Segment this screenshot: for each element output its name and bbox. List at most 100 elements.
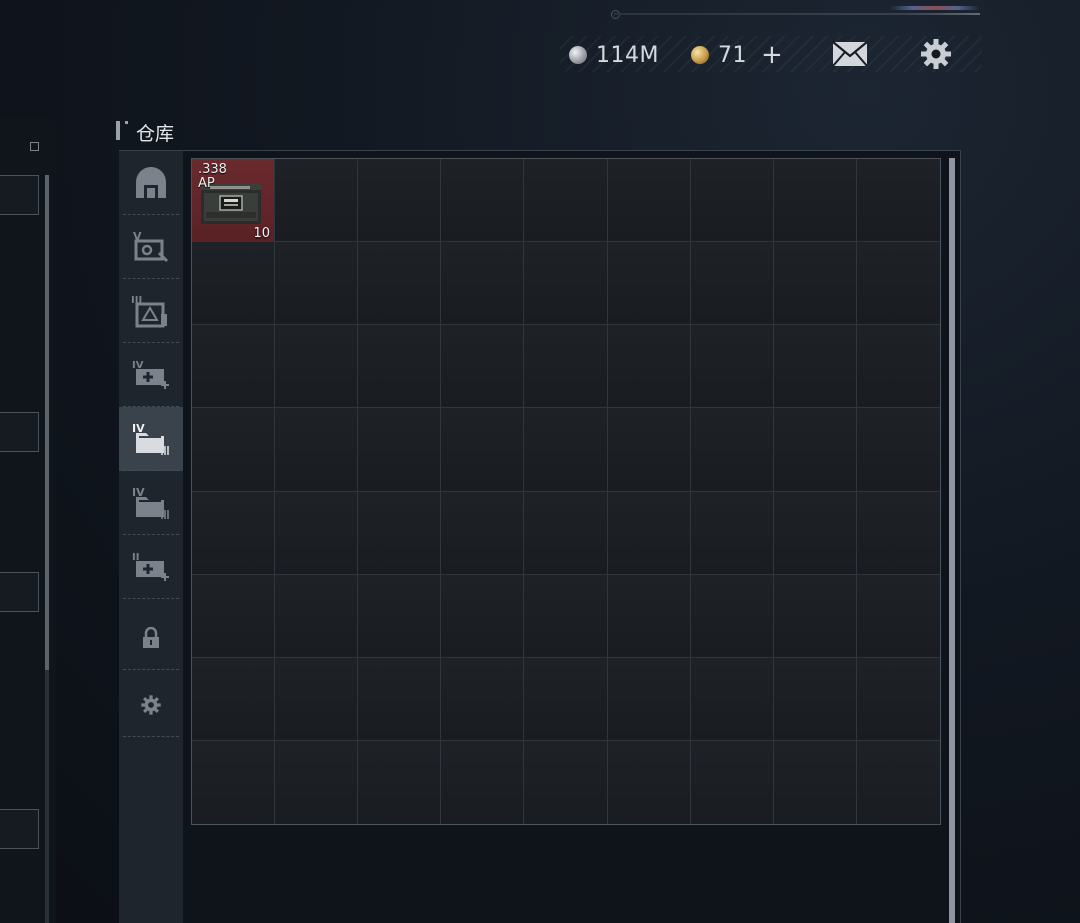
grid-cell[interactable]	[441, 408, 525, 492]
grid-cell[interactable]	[607, 491, 691, 575]
grid-scroll-thumb[interactable]	[949, 158, 955, 923]
grid-cell[interactable]	[192, 325, 276, 409]
grid-cell[interactable]	[690, 657, 774, 741]
grid-cell[interactable]	[856, 740, 940, 824]
grid-cell[interactable]	[358, 408, 442, 492]
left-slot[interactable]	[0, 572, 39, 612]
grid-cell[interactable]	[358, 242, 442, 326]
gold-currency: 71 +	[691, 40, 783, 70]
grid-cell[interactable]	[441, 491, 525, 575]
left-slot[interactable]	[0, 175, 39, 215]
top-glow-decoration	[890, 6, 980, 10]
mail-button[interactable]	[832, 40, 868, 68]
grid-cell[interactable]	[856, 657, 940, 741]
grid-cell[interactable]	[192, 574, 276, 658]
tab-container-iii[interactable]: III	[119, 279, 183, 343]
title-marker-dot	[125, 121, 128, 124]
tab-medical-iv[interactable]: IV	[119, 343, 183, 407]
grid-cell[interactable]	[524, 574, 608, 658]
grid-cell[interactable]	[856, 574, 940, 658]
grid-cell[interactable]	[773, 325, 857, 409]
lock-icon	[143, 627, 159, 648]
tab-home-storage[interactable]	[119, 151, 183, 215]
grid-cell[interactable]	[607, 657, 691, 741]
grid-cell[interactable]	[441, 574, 525, 658]
tab-locked[interactable]	[119, 606, 183, 670]
grid-cell[interactable]	[275, 325, 359, 409]
grid-cell[interactable]	[441, 242, 525, 326]
tab-folder-iv-active[interactable]: IV	[119, 407, 183, 471]
grid-cell[interactable]	[607, 408, 691, 492]
grid-cell[interactable]	[275, 408, 359, 492]
grid-cell[interactable]	[856, 408, 940, 492]
add-gold-button[interactable]: +	[761, 40, 783, 70]
left-panel-checkbox[interactable]	[30, 142, 39, 151]
grid-cell[interactable]	[441, 159, 525, 243]
container-iii-icon: III	[131, 295, 167, 328]
grid-cell[interactable]	[690, 740, 774, 824]
grid-cell[interactable]	[773, 740, 857, 824]
left-slot[interactable]	[0, 809, 39, 849]
grid-cell[interactable]	[275, 657, 359, 741]
grid-cell[interactable]	[607, 159, 691, 243]
grid-cell[interactable]	[358, 491, 442, 575]
grid-cell[interactable]	[441, 325, 525, 409]
grid-cell[interactable]	[773, 574, 857, 658]
tab-settings[interactable]	[119, 673, 183, 737]
grid-cell[interactable]	[607, 740, 691, 824]
grid-cell[interactable]	[192, 242, 276, 326]
tab-container-v[interactable]: V	[119, 215, 183, 279]
grid-cell[interactable]	[524, 740, 608, 824]
grid-cell[interactable]	[524, 159, 608, 243]
grid-cell[interactable]	[773, 657, 857, 741]
grid-cell[interactable]	[690, 242, 774, 326]
inventory-item[interactable]: .338 AP 10	[192, 159, 274, 241]
grid-cell[interactable]	[192, 491, 276, 575]
folder-iv-icon: IV	[132, 486, 169, 519]
grid-cell[interactable]	[690, 574, 774, 658]
grid-cell[interactable]	[192, 740, 276, 824]
grid-cell[interactable]	[690, 325, 774, 409]
grid-cell[interactable]	[275, 159, 359, 243]
grid-cell[interactable]	[524, 242, 608, 326]
item-caliber: .338	[198, 162, 227, 177]
grid-cell[interactable]	[524, 491, 608, 575]
grid-cell[interactable]	[773, 159, 857, 243]
grid-cell[interactable]	[275, 740, 359, 824]
mail-icon	[832, 41, 868, 67]
grid-cell[interactable]	[856, 159, 940, 243]
grid-cell[interactable]	[607, 574, 691, 658]
grid-cell[interactable]	[275, 242, 359, 326]
grid-cell[interactable]	[856, 325, 940, 409]
grid-cell[interactable]	[358, 159, 442, 243]
grid-cell[interactable]	[690, 491, 774, 575]
grid-cell[interactable]	[358, 325, 442, 409]
grid-cell[interactable]	[524, 408, 608, 492]
grid-cell[interactable]	[192, 657, 276, 741]
grid-cell[interactable]	[275, 574, 359, 658]
grid-cell[interactable]	[856, 491, 940, 575]
grid-cell[interactable]	[192, 408, 276, 492]
grid-cell[interactable]	[773, 242, 857, 326]
grid-cell[interactable]	[524, 657, 608, 741]
grid-cell[interactable]	[607, 325, 691, 409]
silver-amount: 114M	[596, 42, 659, 68]
grid-cell[interactable]	[441, 740, 525, 824]
grid-cell[interactable]	[607, 242, 691, 326]
grid-cell[interactable]	[441, 657, 525, 741]
grid-cell[interactable]	[358, 574, 442, 658]
grid-cell[interactable]	[275, 491, 359, 575]
tab-folder-iv[interactable]: IV	[119, 471, 183, 535]
grid-cell[interactable]	[773, 491, 857, 575]
grid-cell[interactable]	[690, 159, 774, 243]
grid-cell[interactable]	[524, 325, 608, 409]
left-scroll-thumb[interactable]	[45, 175, 49, 670]
grid-cell[interactable]	[358, 657, 442, 741]
settings-button[interactable]	[919, 37, 953, 71]
grid-cell[interactable]	[690, 408, 774, 492]
tab-medical-ii[interactable]: II	[119, 535, 183, 599]
grid-cell[interactable]	[856, 242, 940, 326]
grid-cell[interactable]	[358, 740, 442, 824]
grid-cell[interactable]	[773, 408, 857, 492]
left-slot[interactable]	[0, 412, 39, 452]
